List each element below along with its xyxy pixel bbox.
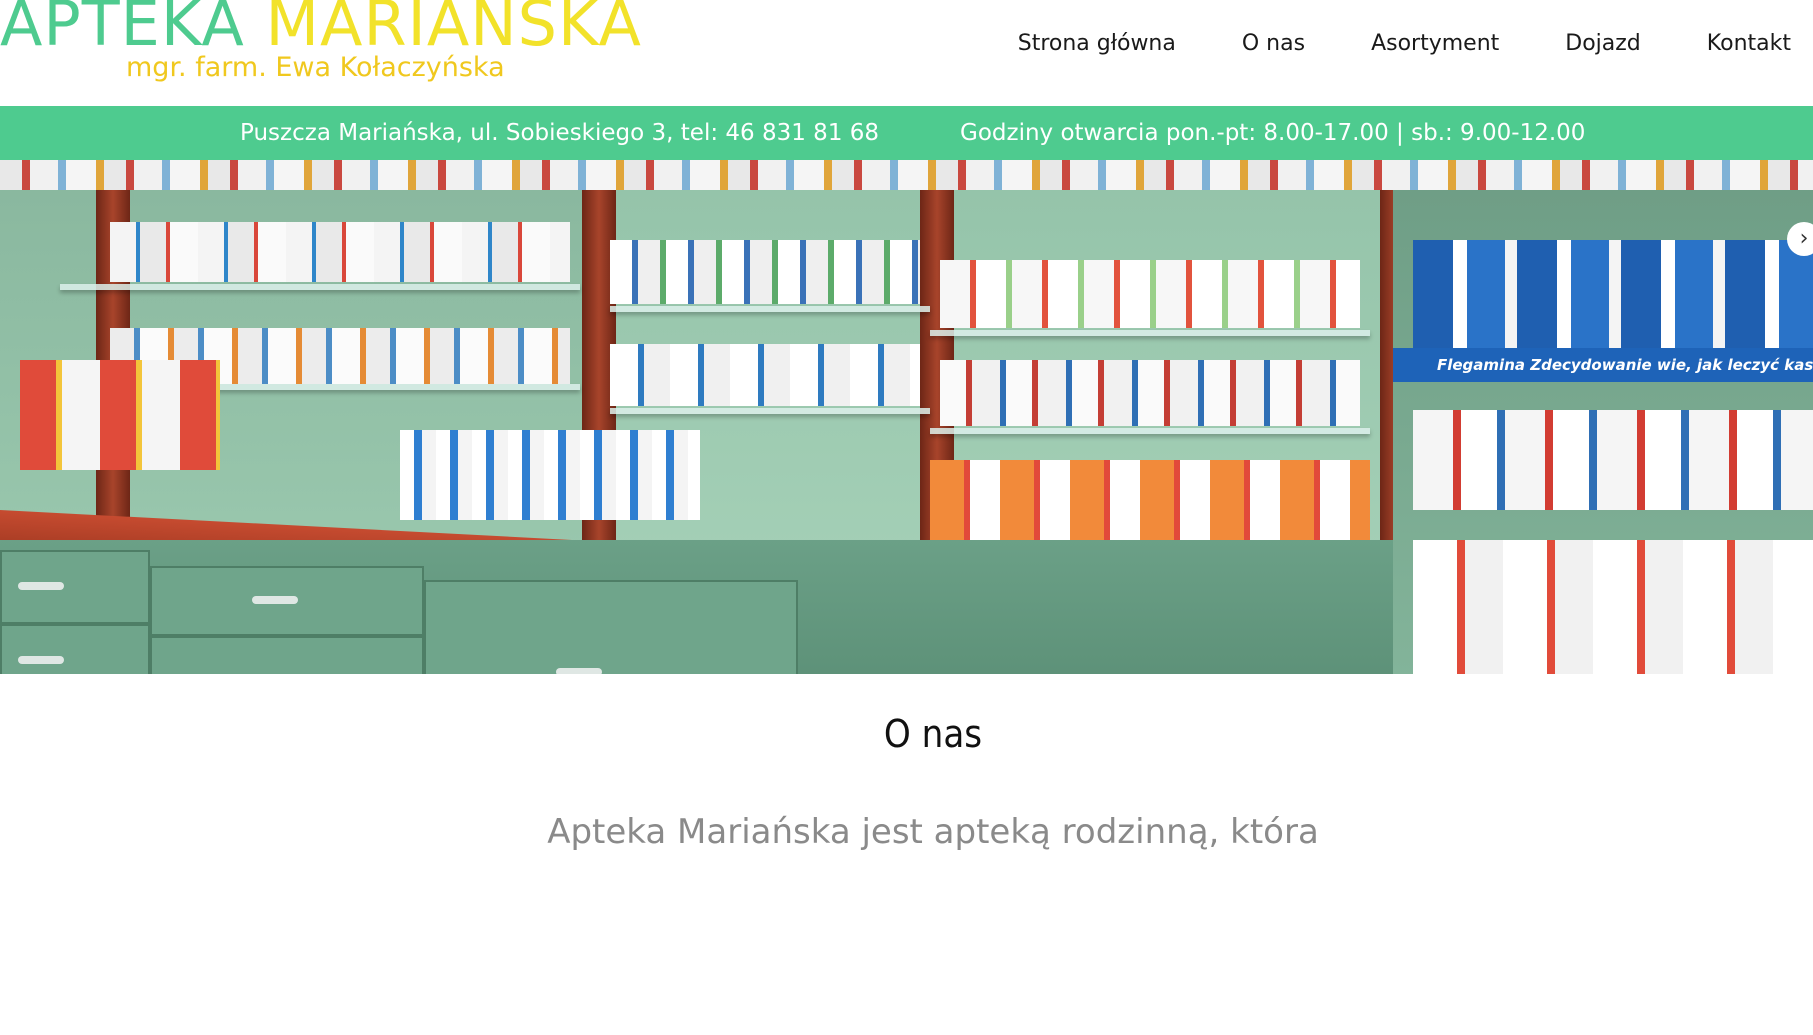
slider-next-arrow-icon[interactable]: › — [1787, 222, 1813, 256]
product-boxes — [110, 222, 570, 282]
nav-link-about[interactable]: O nas — [1176, 26, 1305, 62]
glass-shelf — [930, 330, 1370, 336]
product-boxes — [610, 240, 920, 304]
glass-shelf — [60, 284, 580, 290]
glass-shelf — [610, 408, 930, 414]
address-text: Puszcza Mariańska, ul. Sobieskiego 3, te… — [240, 120, 880, 146]
nav-link-contact[interactable]: Kontakt — [1641, 26, 1791, 62]
drawer — [424, 580, 798, 674]
drawer — [150, 636, 424, 674]
glass-shelf — [610, 306, 930, 312]
drawer — [150, 566, 424, 636]
logo-word-marianska: MARIAŃSKA — [265, 0, 642, 60]
nav-link-assortment[interactable]: Asortyment — [1305, 26, 1499, 62]
product-boxes — [1413, 240, 1813, 350]
product-boxes — [1413, 410, 1813, 510]
hero-slider-image: Flegamina Zdecydowanie wie, jak leczyć k… — [0, 160, 1813, 674]
shelf-wall-right — [1393, 190, 1813, 674]
drawer — [0, 550, 150, 624]
product-boxes — [1413, 540, 1813, 674]
drawer-handle — [18, 656, 64, 664]
logo-subtitle: mgr. farm. Ewa Kołaczyńska — [126, 52, 505, 83]
opening-hours-text: Godziny otwarcia pon.-pt: 8.00-17.00 | s… — [960, 120, 1586, 146]
product-boxes — [20, 360, 220, 470]
product-bottles — [400, 430, 700, 520]
product-boxes — [940, 360, 1360, 426]
product-boxes — [610, 344, 920, 406]
flegamina-banner: Flegamina Zdecydowanie wie, jak leczyć k… — [1393, 348, 1813, 382]
about-intro-text: Apteka Mariańska jest apteką rodzinną, k… — [547, 812, 1319, 852]
drawer-handle — [556, 668, 602, 674]
glass-shelf — [930, 428, 1370, 434]
logo-word-apteka: APTEKA — [0, 0, 245, 60]
drawer-handle — [252, 596, 298, 604]
nav-link-directions[interactable]: Dojazd — [1499, 26, 1641, 62]
info-bar: Puszcza Mariańska, ul. Sobieskiego 3, te… — [0, 106, 1813, 160]
main-nav: Strona główna O nas Asortyment Dojazd Ko… — [952, 26, 1791, 62]
product-boxes — [940, 260, 1360, 328]
drawer-handle — [18, 582, 64, 590]
drawer — [0, 624, 150, 674]
top-shelf-products — [0, 160, 1813, 190]
nav-link-home[interactable]: Strona główna — [952, 26, 1176, 62]
section-title-about: O nas — [883, 712, 983, 756]
site-header: APTEKA MARIAŃSKA mgr. farm. Ewa Kołaczyń… — [0, 0, 1813, 104]
